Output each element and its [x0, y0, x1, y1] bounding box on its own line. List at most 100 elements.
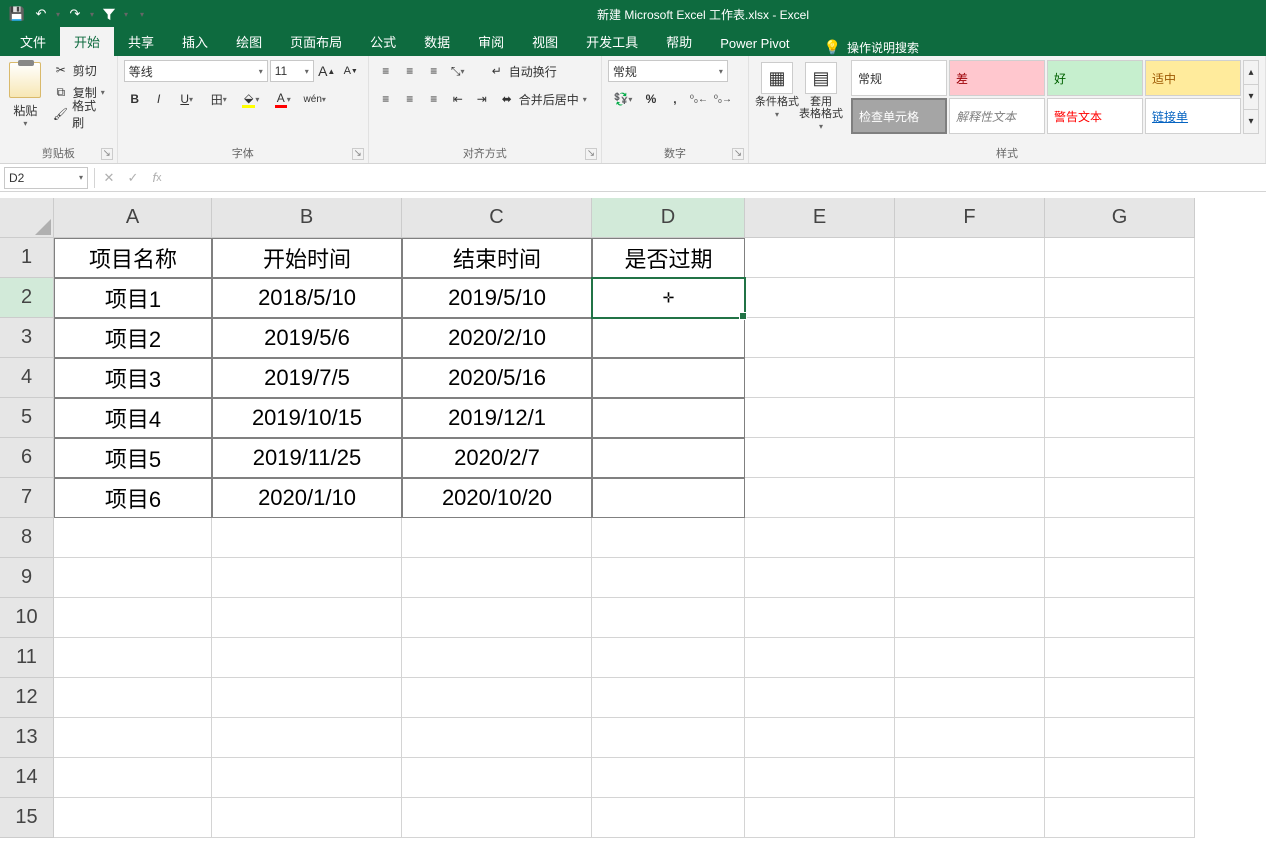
copy-dropdown-icon[interactable]: ▾ [101, 88, 105, 97]
row-header-11[interactable]: 11 [0, 638, 54, 678]
cell-G11[interactable] [1045, 638, 1195, 678]
cell-E6[interactable] [745, 438, 895, 478]
row-header-2[interactable]: 2 [0, 278, 54, 318]
cell-G6[interactable] [1045, 438, 1195, 478]
cell-D11[interactable] [592, 638, 745, 678]
cell-B6[interactable]: 2019/11/25 [212, 438, 402, 478]
cell-D5[interactable] [592, 398, 745, 438]
cell-E1[interactable] [745, 238, 895, 278]
cell-C10[interactable] [402, 598, 592, 638]
cell-F10[interactable] [895, 598, 1045, 638]
row-header-13[interactable]: 13 [0, 718, 54, 758]
borders-button[interactable]: 田▾ [204, 88, 234, 110]
cell-A7[interactable]: 项目6 [54, 478, 212, 518]
cell-E3[interactable] [745, 318, 895, 358]
redo-dropdown-icon[interactable]: ▾ [88, 10, 96, 19]
decrease-font-button[interactable]: A▼ [340, 60, 362, 82]
row-header-12[interactable]: 12 [0, 678, 54, 718]
style-warning[interactable]: 警告文本 [1047, 98, 1143, 134]
row-header-8[interactable]: 8 [0, 518, 54, 558]
cell-A14[interactable] [54, 758, 212, 798]
cut-button[interactable]: ✂剪切 [49, 60, 111, 80]
row-header-10[interactable]: 10 [0, 598, 54, 638]
cell-G5[interactable] [1045, 398, 1195, 438]
column-header-B[interactable]: B [212, 198, 402, 238]
cell-B10[interactable] [212, 598, 402, 638]
cell-G2[interactable] [1045, 278, 1195, 318]
cell-D7[interactable] [592, 478, 745, 518]
column-header-A[interactable]: A [54, 198, 212, 238]
cancel-formula-button[interactable]: ✕ [97, 167, 121, 189]
italic-button[interactable]: I [148, 88, 170, 110]
cell-F13[interactable] [895, 718, 1045, 758]
cell-E2[interactable] [745, 278, 895, 318]
gallery-more-button[interactable]: ▾ [1244, 110, 1258, 133]
cell-B11[interactable] [212, 638, 402, 678]
tab-layout[interactable]: 页面布局 [276, 27, 356, 56]
row-header-6[interactable]: 6 [0, 438, 54, 478]
filter-dropdown-icon[interactable]: ▾ [122, 10, 130, 19]
cell-F3[interactable] [895, 318, 1045, 358]
cell-G10[interactable] [1045, 598, 1195, 638]
select-all-corner[interactable] [0, 198, 54, 238]
qat-customize-icon[interactable]: ▾ [138, 10, 146, 19]
tab-draw[interactable]: 绘图 [222, 27, 276, 56]
cell-F14[interactable] [895, 758, 1045, 798]
cell-A11[interactable] [54, 638, 212, 678]
tab-review[interactable]: 审阅 [464, 27, 518, 56]
cell-B14[interactable] [212, 758, 402, 798]
align-left-button[interactable]: ≡ [375, 88, 397, 110]
conditional-formatting-button[interactable]: ▦ 条件格式 ▾ [755, 60, 799, 144]
cell-B3[interactable]: 2019/5/6 [212, 318, 402, 358]
cell-D4[interactable] [592, 358, 745, 398]
increase-font-button[interactable]: A▲ [316, 60, 338, 82]
tell-me[interactable]: 💡 操作说明搜索 [824, 39, 919, 56]
undo-button[interactable]: ↶ [30, 3, 52, 25]
cell-C15[interactable] [402, 798, 592, 838]
row-header-15[interactable]: 15 [0, 798, 54, 838]
formula-input[interactable] [169, 167, 1266, 189]
insert-function-button[interactable]: fx [145, 167, 169, 189]
cell-A10[interactable] [54, 598, 212, 638]
cell-D10[interactable] [592, 598, 745, 638]
cell-G7[interactable] [1045, 478, 1195, 518]
underline-button[interactable]: U▾ [172, 88, 202, 110]
cell-F12[interactable] [895, 678, 1045, 718]
cell-E7[interactable] [745, 478, 895, 518]
cell-A2[interactable]: 项目1 [54, 278, 212, 318]
paste-dropdown-icon[interactable]: ▾ [23, 119, 27, 128]
comma-button[interactable]: , [664, 88, 686, 110]
cell-D8[interactable] [592, 518, 745, 558]
row-header-7[interactable]: 7 [0, 478, 54, 518]
cell-D1[interactable]: 是否过期 [592, 238, 745, 278]
align-right-button[interactable]: ≡ [423, 88, 445, 110]
align-middle-button[interactable]: ≡ [399, 60, 421, 82]
font-name-combo[interactable]: 等线▾ [124, 60, 268, 82]
cell-C9[interactable] [402, 558, 592, 598]
cell-A8[interactable] [54, 518, 212, 558]
font-color-button[interactable]: A▾ [268, 88, 298, 110]
number-launcher[interactable]: ↘ [732, 148, 744, 160]
cell-D14[interactable] [592, 758, 745, 798]
tab-home[interactable]: 开始 [60, 27, 114, 56]
cell-A15[interactable] [54, 798, 212, 838]
paste-button[interactable]: 粘贴 ▾ [6, 60, 45, 144]
style-normal[interactable]: 常规 [851, 60, 947, 96]
cell-F11[interactable] [895, 638, 1045, 678]
cell-D12[interactable] [592, 678, 745, 718]
row-header-14[interactable]: 14 [0, 758, 54, 798]
merge-center-button[interactable]: ⬌合并后居中▾ [495, 88, 591, 110]
gallery-down-button[interactable]: ▾ [1244, 85, 1258, 109]
style-hyperlink[interactable]: 链接单 [1145, 98, 1241, 134]
tab-view[interactable]: 视图 [518, 27, 572, 56]
cell-A13[interactable] [54, 718, 212, 758]
column-header-C[interactable]: C [402, 198, 592, 238]
cell-B5[interactable]: 2019/10/15 [212, 398, 402, 438]
align-top-button[interactable]: ≡ [375, 60, 397, 82]
cell-C14[interactable] [402, 758, 592, 798]
cell-C5[interactable]: 2019/12/1 [402, 398, 592, 438]
cell-B1[interactable]: 开始时间 [212, 238, 402, 278]
cell-C11[interactable] [402, 638, 592, 678]
increase-indent-button[interactable]: ⇥ [471, 88, 493, 110]
fill-color-button[interactable]: ⬙▾ [236, 88, 266, 110]
